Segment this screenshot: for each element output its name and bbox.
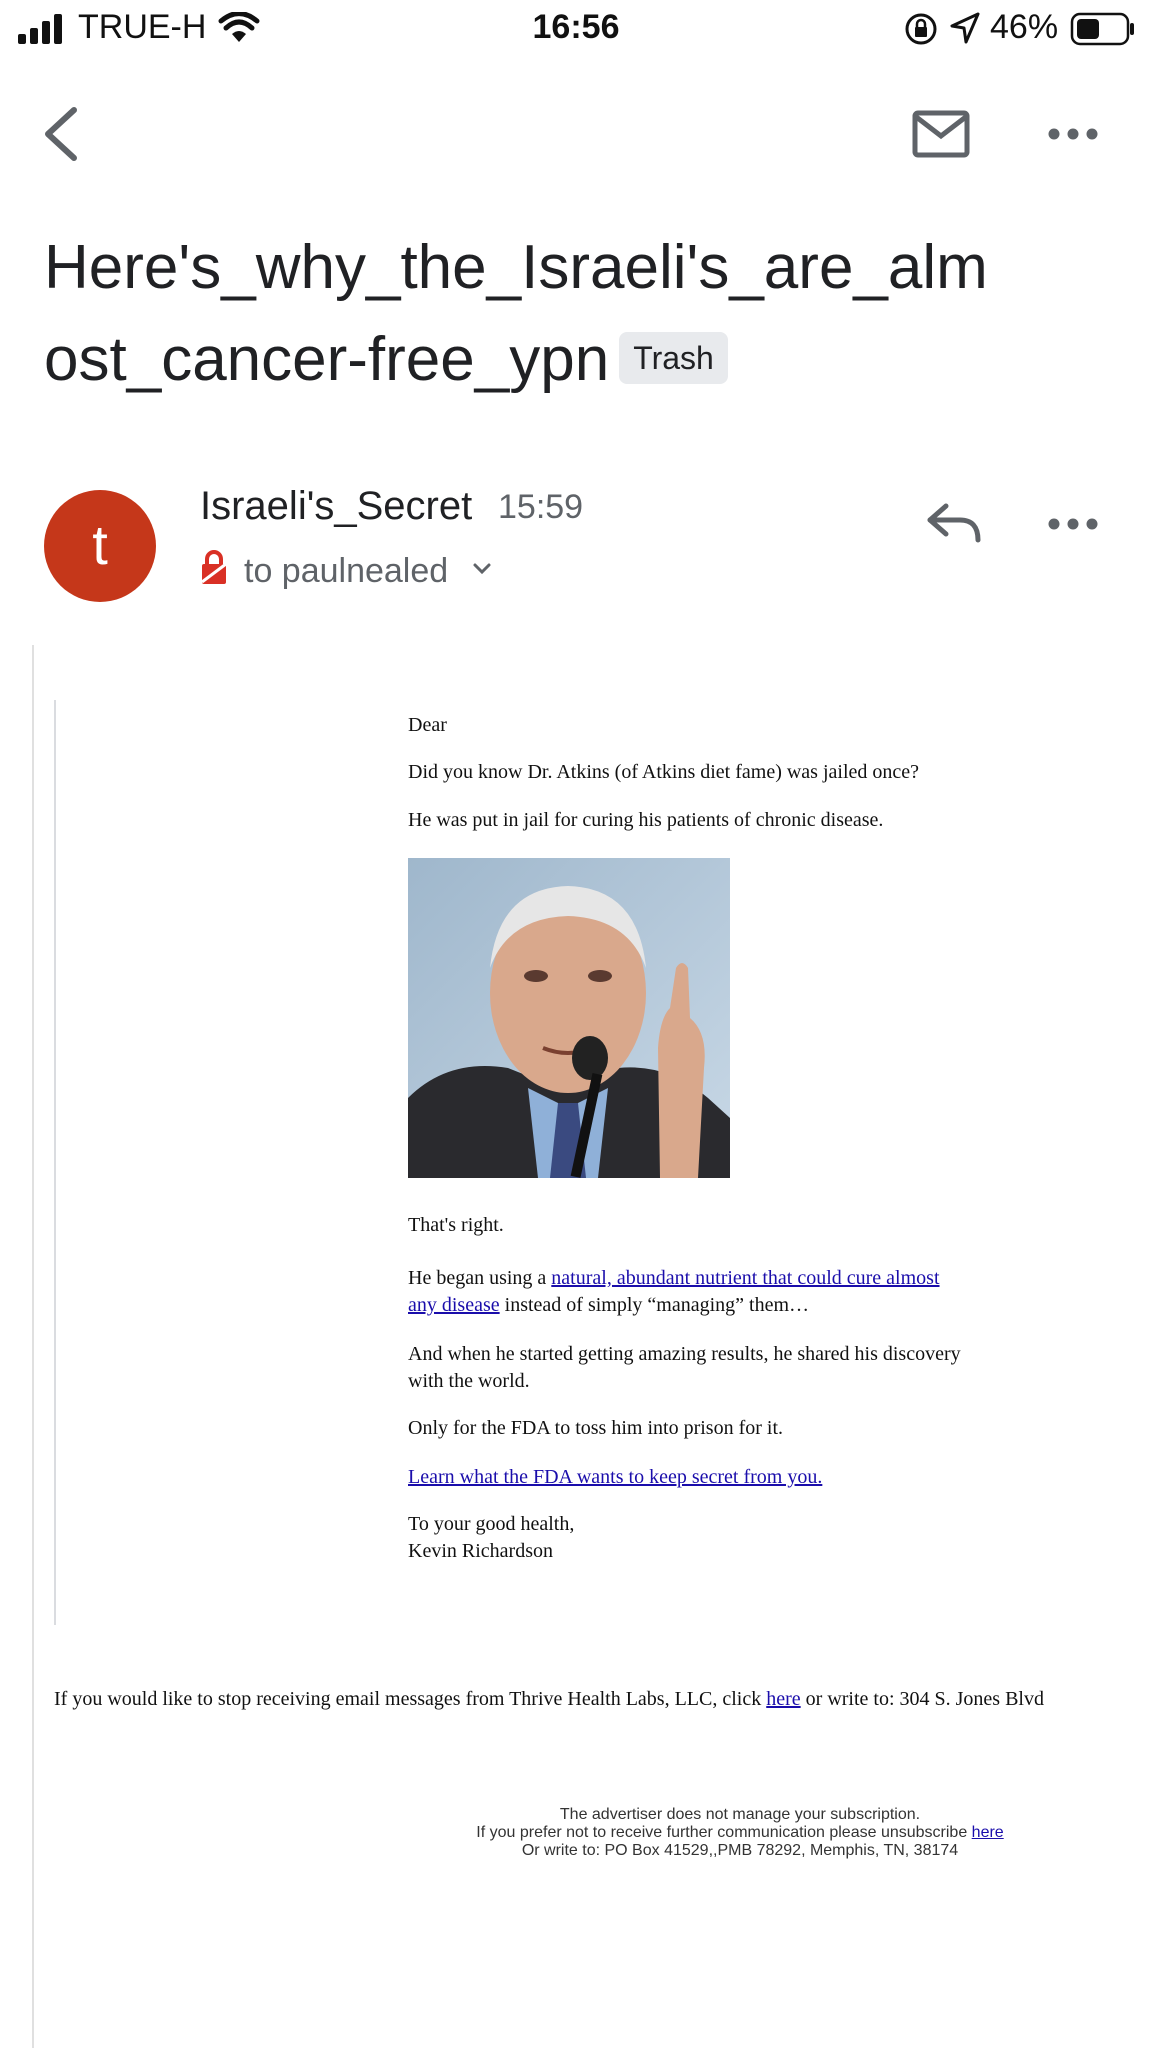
footer-line: If you prefer not to receive further com… [430,1824,1050,1842]
status-bar: TRUE-H 16:56 46% [0,0,1152,60]
avatar[interactable]: t [44,490,156,602]
body-text: He began using a [408,1267,552,1289]
rotation-lock-icon [905,13,937,45]
sender-name[interactable]: Israeli's_Secret [200,484,472,529]
email-body-lower: That's right. He began using a natural, … [408,1212,968,1565]
reply-icon[interactable] [926,500,982,546]
quote-border [54,700,56,1625]
greeting: Dear [408,714,447,736]
unsubscribe-text: If you would like to stop receiving emai… [54,1688,767,1710]
unsubscribe-address: or write to: 304 S. Jones Blvd [800,1688,1044,1710]
fda-secret-link[interactable]: Learn what the FDA wants to keep secret … [408,1466,822,1488]
subject-text: Here's_why_the_Israeli's_are_almost_canc… [44,233,988,394]
email-body: Dear Did you know Dr. Atkins (of Atkins … [408,712,968,834]
body-text: instead of simply “managing” them… [499,1294,810,1316]
recipient-text: to paulnealed [244,552,449,590]
email-subject: Here's_why_the_Israeli's_are_almost_canc… [44,222,1004,406]
body-paragraph: And when he started getting amazing resu… [408,1343,961,1392]
signature: Kevin Richardson [408,1540,553,1562]
trash-label[interactable]: Trash [619,331,728,384]
unsubscribe-line: If you would like to stop receiving emai… [54,1688,1044,1711]
body-paragraph: He was put in jail for curing his patien… [408,809,884,831]
more-icon[interactable] [1048,514,1098,534]
body-paragraph: Only for the FDA to toss him into prison… [408,1417,783,1439]
body-paragraph: He began using a natural, abundant nutri… [408,1265,968,1319]
body-paragraph: That's right. [408,1214,504,1236]
back-arrow-icon[interactable] [40,104,84,164]
advertiser-footer: The advertiser does not manage your subs… [430,1806,1050,1860]
mail-icon[interactable] [912,110,970,158]
chevron-down-icon[interactable] [472,562,492,576]
footer-line: Or write to: PO Box 41529,,PMB 78292, Me… [521,1842,959,1859]
unsubscribe-link[interactable]: here [766,1688,800,1710]
footer-text: If you prefer not to receive further com… [476,1824,972,1841]
footer-line: The advertiser does not manage your subs… [559,1806,921,1823]
more-icon[interactable] [1048,124,1098,144]
atkins-photo [408,858,730,1178]
lock-icon [201,550,227,584]
sent-time: 15:59 [498,488,584,526]
message-border [32,645,34,2048]
footer-unsubscribe-link[interactable]: here [972,1824,1004,1841]
body-paragraph: Did you know Dr. Atkins (of Atkins diet … [408,761,920,783]
battery-percent: 46% [990,8,1059,46]
closing: To your good health, [408,1513,575,1535]
location-arrow-icon [950,12,980,44]
battery-icon [1070,12,1134,46]
